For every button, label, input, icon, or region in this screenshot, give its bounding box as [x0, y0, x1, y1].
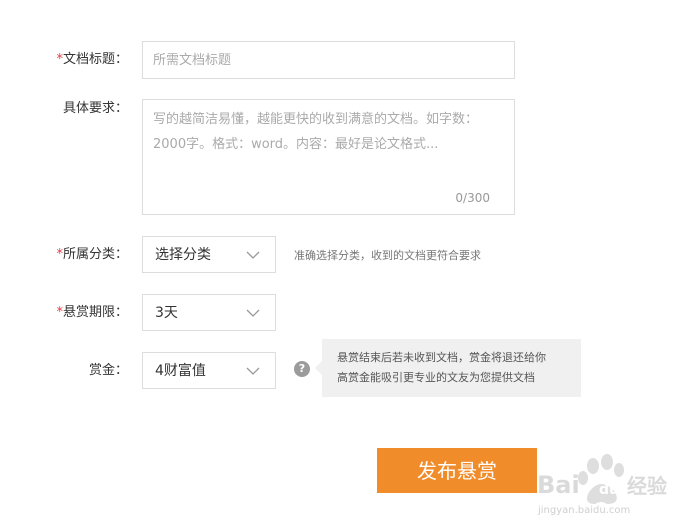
deadline-value: 3天 [155, 305, 178, 321]
watermark-suffix: 经验 [627, 474, 667, 498]
category-label: *所属分类： [56, 247, 128, 262]
title-input[interactable]: 所需文档标题 [142, 41, 515, 79]
reward-select[interactable]: 4财富值 [142, 352, 276, 389]
requirements-label: 具体要求： [62, 101, 128, 116]
reward-value: 4财富值 [155, 363, 206, 379]
tooltip-line1: 悬赏结束后若未收到文档，赏金将退还给你 [337, 351, 546, 364]
requirements-placeholder-line1: 写的越简洁易懂，越能更快的收到满意的文档。如字数： [153, 112, 479, 127]
category-select[interactable]: 选择分类 [142, 236, 276, 273]
reward-tooltip: 悬赏结束后若未收到文档，赏金将退还给你 高赏金能吸引更专业的文友为您提供文档 [315, 339, 581, 397]
deadline-label: *悬赏期限： [56, 305, 128, 320]
watermark-brand2: du [599, 482, 619, 498]
category-value: 选择分类 [155, 247, 211, 263]
baidu-jingyan-watermark-logo: Bai du 经验 [537, 454, 667, 504]
chevron-down-icon [246, 309, 260, 317]
requirements-placeholder-line2: 2000字。格式：word。内容：最好是论文格式... [153, 137, 439, 152]
category-hint: 准确选择分类，收到的文档更符合要求 [294, 249, 481, 262]
title-label: *文档标题： [56, 52, 128, 67]
char-counter: 0/300 [455, 191, 490, 205]
watermark-brand: Bai [537, 471, 580, 499]
title-placeholder: 所需文档标题 [153, 53, 232, 68]
help-question-icon[interactable]: ? [294, 361, 310, 377]
requirements-textarea[interactable]: 写的越简洁易懂，越能更快的收到满意的文档。如字数： 2000字。格式：word。… [142, 99, 515, 215]
reward-label: 赏金： [88, 363, 128, 378]
deadline-select[interactable]: 3天 [142, 294, 276, 331]
chevron-down-icon [246, 367, 260, 375]
watermark-url: jingyan.baidu.com [538, 505, 631, 516]
chevron-down-icon [246, 251, 260, 259]
publish-reward-button[interactable]: 发布悬赏 [377, 448, 537, 493]
tooltip-line2: 高赏金能吸引更专业的文友为您提供文档 [337, 371, 535, 384]
